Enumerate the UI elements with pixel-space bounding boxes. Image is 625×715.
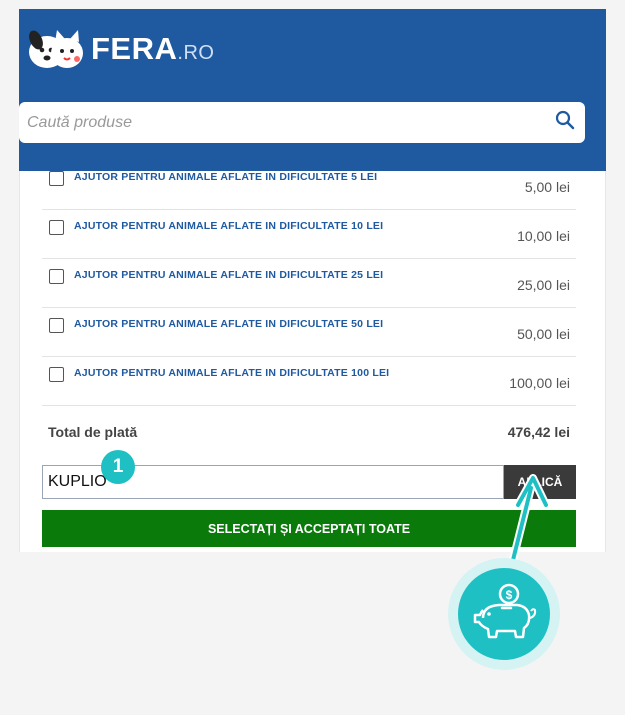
svg-text:$: $	[506, 588, 513, 602]
order-total: Total de plată 476,42 lei	[42, 410, 576, 454]
piggy-bank-coin-icon: $	[469, 582, 539, 647]
donation-checkbox[interactable]	[49, 171, 64, 186]
donation-row: AJUTOR PENTRU ANIMALE AFLATE IN DIFICULT…	[42, 357, 576, 406]
apply-coupon-button[interactable]: APLICĂ	[504, 465, 576, 499]
search-icon	[555, 110, 575, 135]
donation-row: AJUTOR PENTRU ANIMALE AFLATE IN DIFICULT…	[42, 210, 576, 259]
donation-label: AJUTOR PENTRU ANIMALE AFLATE IN DIFICULT…	[74, 318, 384, 330]
donation-price: 25,00 lei	[517, 277, 570, 293]
brand-name: FERA.RO	[91, 31, 215, 66]
search-button[interactable]	[545, 102, 585, 143]
dog-cat-logo-icon	[27, 26, 85, 72]
donation-label: AJUTOR PENTRU ANIMALE AFLATE IN DIFICULT…	[74, 220, 384, 232]
savings-badge: $	[458, 568, 550, 660]
search-bar	[19, 102, 585, 143]
donation-price: 50,00 lei	[517, 326, 570, 342]
donation-checkbox[interactable]	[49, 269, 64, 284]
donation-price: 5,00 lei	[524, 179, 570, 195]
site-logo[interactable]: FERA.RO	[27, 25, 214, 73]
site-header: FERA.RO	[19, 9, 606, 171]
donation-label: AJUTOR PENTRU ANIMALE AFLATE IN DIFICULT…	[74, 171, 378, 183]
donation-checkbox[interactable]	[49, 367, 64, 382]
donation-row: AJUTOR PENTRU ANIMALE AFLATE IN DIFICULT…	[42, 308, 576, 357]
donation-price: 100,00 lei	[509, 375, 570, 391]
donation-row: AJUTOR PENTRU ANIMALE AFLATE IN DIFICULT…	[42, 259, 576, 308]
donation-checkbox[interactable]	[49, 220, 64, 235]
step-badge: 1	[101, 450, 135, 484]
donation-checkbox[interactable]	[49, 318, 64, 333]
total-label: Total de plată	[48, 424, 138, 440]
cart-summary-panel: AJUTOR PENTRU ANIMALE AFLATE IN DIFICULT…	[19, 171, 606, 552]
donation-label: AJUTOR PENTRU ANIMALE AFLATE IN DIFICULT…	[74, 269, 384, 281]
select-accept-all-button[interactable]: SELECTAȚI ȘI ACCEPTAȚI TOATE	[42, 510, 576, 547]
donation-label: AJUTOR PENTRU ANIMALE AFLATE IN DIFICULT…	[74, 367, 390, 379]
total-value: 476,42 lei	[507, 424, 570, 440]
donation-price: 10,00 lei	[517, 228, 570, 244]
search-input[interactable]	[19, 102, 545, 143]
